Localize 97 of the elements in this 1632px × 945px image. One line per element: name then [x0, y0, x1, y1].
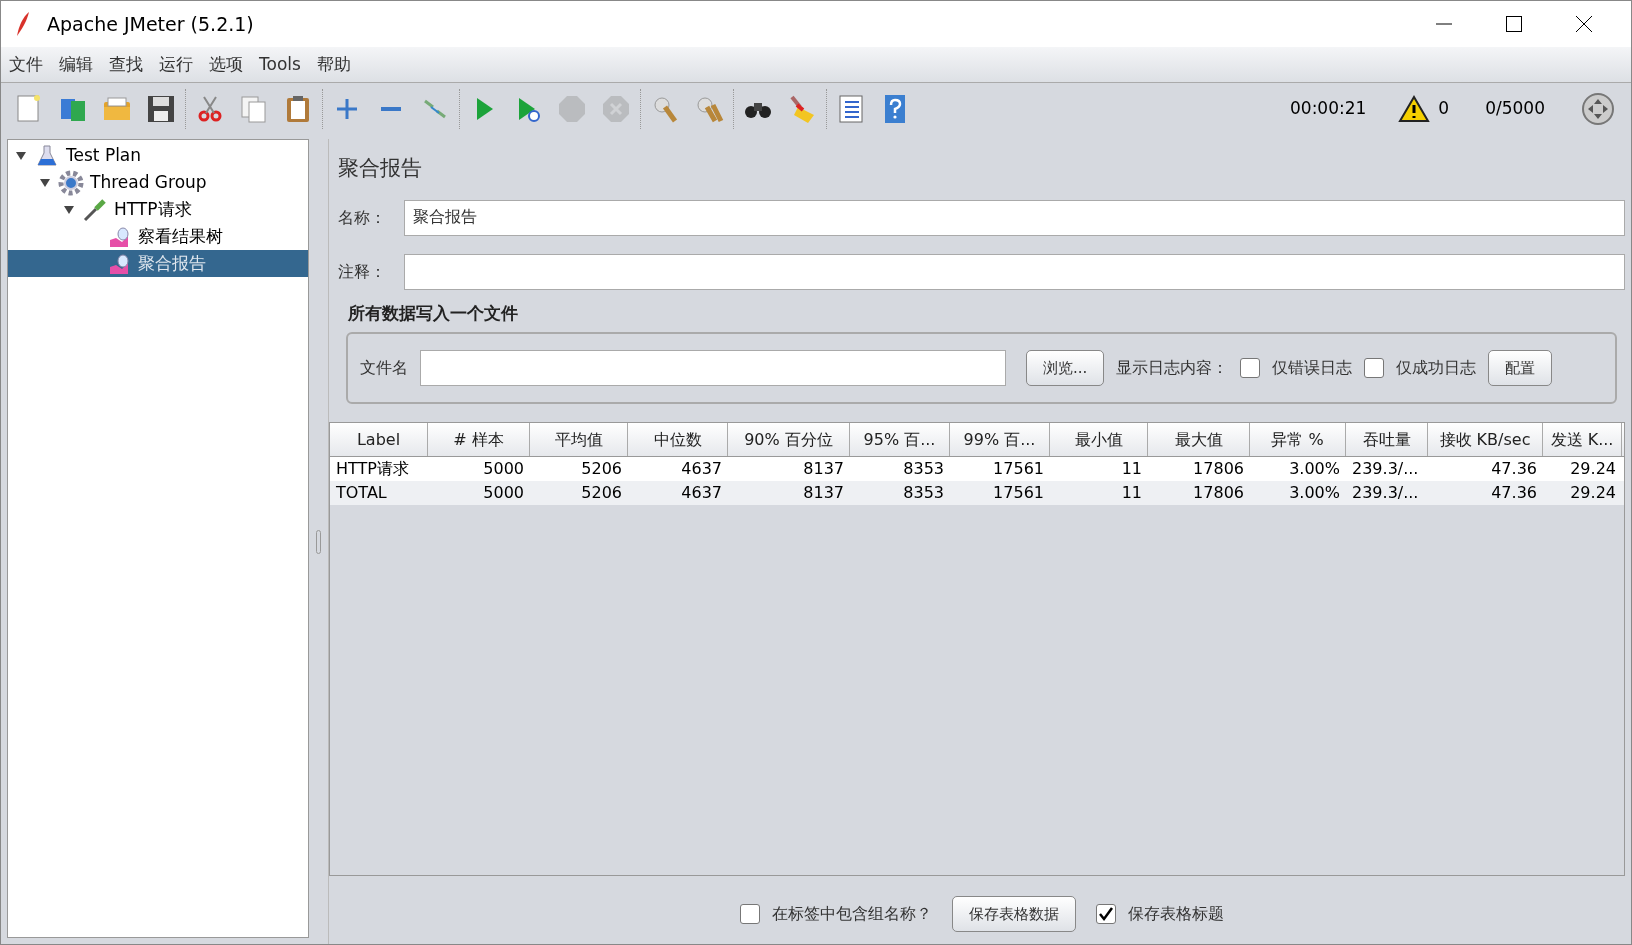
tree-item[interactable]: Thread Group — [8, 169, 308, 196]
table-cell-text: 5000 — [482, 458, 525, 480]
include-group-label: 在标签中包含组名称？ — [771, 903, 932, 925]
configure-button[interactable]: 配置 — [1488, 350, 1553, 386]
menu-item[interactable]: 运行 — [159, 51, 193, 78]
errors-only-label: 仅错误日志 — [1272, 357, 1353, 379]
window-title: Apache JMeter (5.2.1) — [47, 11, 254, 37]
table-cell-text: 47.36 — [1490, 458, 1538, 480]
chart-icon — [108, 225, 130, 248]
tree-item-label: 察看结果树 — [138, 224, 223, 248]
warning-icon[interactable] — [1398, 95, 1431, 123]
file-name-field[interactable] — [420, 350, 1006, 386]
errors-only-checkbox[interactable] — [1240, 358, 1261, 378]
table-cell-text: 47.36 — [1490, 482, 1538, 504]
chart-icon — [108, 252, 130, 275]
pipette-icon — [82, 196, 108, 223]
include-group-checkbox[interactable] — [739, 904, 760, 924]
gear-icon — [58, 169, 84, 196]
menu-item[interactable]: 选项 — [209, 51, 243, 78]
success-only-label: 仅成功日志 — [1396, 357, 1477, 379]
table-cell-text: 17561 — [992, 458, 1045, 480]
tree-item[interactable]: 聚合报告 — [8, 250, 308, 277]
menu-item[interactable]: 文件 — [9, 51, 43, 78]
table-cell-text: 8353 — [902, 458, 945, 480]
table-cell-text: 17806 — [1192, 458, 1245, 480]
column-header[interactable]: 99% 百... — [950, 423, 1050, 456]
section-title: 所有数据写入一个文件 — [348, 301, 519, 325]
save-icon — [145, 93, 177, 125]
table-cell-text: TOTAL — [335, 482, 388, 504]
column-header[interactable]: Label — [330, 423, 428, 456]
name-label: 名称： — [338, 206, 387, 229]
tree-item-label: Test Plan — [66, 143, 142, 167]
log-display-label: 显示日志内容： — [1116, 357, 1229, 379]
column-header[interactable]: 发送 K... — [1543, 423, 1622, 456]
column-header[interactable]: 最大值 — [1148, 423, 1250, 456]
table-cell-text: 8353 — [902, 482, 945, 504]
expand-icon — [337, 99, 357, 119]
menu-item[interactable]: 帮助 — [316, 51, 351, 78]
table-cell-text: 17806 — [1192, 482, 1245, 504]
collapse-icon — [381, 107, 401, 111]
minimize-icon — [1436, 23, 1452, 25]
checkmark-icon — [1097, 906, 1114, 922]
elapsed-time: 00:00:21 — [1290, 97, 1367, 121]
column-header[interactable]: 异常 % — [1250, 423, 1346, 456]
warning-count: 0 — [1438, 97, 1450, 121]
stop-icon — [556, 93, 588, 125]
table-cell-text: 29.24 — [1569, 482, 1617, 504]
column-header[interactable]: 平均值 — [530, 423, 628, 456]
menu-item[interactable]: 查找 — [109, 51, 143, 78]
save-data-button[interactable]: 保存表格数据 — [951, 896, 1076, 932]
menu-item[interactable]: Tools — [259, 51, 301, 78]
expanded-arrow-icon[interactable] — [16, 150, 26, 161]
table-cell-text: 4637 — [680, 458, 723, 480]
table-cell-text: 3.00% — [1288, 482, 1341, 504]
menu-item[interactable]: 编辑 — [59, 51, 93, 78]
expanded-arrow-icon[interactable] — [64, 204, 74, 215]
name-field[interactable]: 聚合报告 — [404, 199, 1625, 236]
thread-count: 0/5000 — [1485, 97, 1545, 121]
file-name-label: 文件名 — [360, 357, 408, 379]
comment-field[interactable] — [404, 253, 1625, 290]
column-header[interactable]: 接收 KB/sec — [1428, 423, 1543, 456]
column-header[interactable]: 中位数 — [628, 423, 728, 456]
maximize-icon — [1506, 16, 1522, 32]
tree-item-label: 聚合报告 — [138, 251, 206, 275]
table-cell-text: 5206 — [580, 458, 623, 480]
table-cell-text: 5000 — [482, 482, 525, 504]
table-cell-text: 29.24 — [1569, 458, 1617, 480]
table-cell-text: 239.3/... — [1351, 458, 1420, 480]
table-cell-text: 11 — [1120, 482, 1143, 504]
column-header[interactable]: 吞吐量 — [1346, 423, 1428, 456]
panel-title: 聚合报告 — [338, 155, 423, 182]
table-cell-text: 17561 — [992, 482, 1045, 504]
table-cell-text: 239.3/... — [1351, 482, 1420, 504]
table-cell-text: 4637 — [680, 482, 723, 504]
column-header[interactable]: 90% 百分位 — [728, 423, 850, 456]
tree-item[interactable]: 察看结果树 — [8, 223, 308, 250]
column-header[interactable]: 95% 百... — [850, 423, 950, 456]
table-cell-text: 3.00% — [1288, 458, 1341, 480]
close-icon — [1576, 16, 1592, 32]
save-header-checkbox[interactable] — [1095, 904, 1116, 924]
table-cell-text: 8137 — [802, 482, 845, 504]
column-header[interactable]: 最小值 — [1050, 423, 1148, 456]
tree-item-label: HTTP请求 — [114, 197, 192, 221]
tree-item[interactable]: Test Plan — [8, 142, 308, 169]
browse-button[interactable]: 浏览... — [1026, 350, 1105, 386]
tree-item-label: Thread Group — [90, 170, 207, 194]
tree-item[interactable]: HTTP请求 — [8, 196, 308, 223]
success-only-checkbox[interactable] — [1364, 358, 1385, 378]
table-cell-text: 11 — [1120, 458, 1143, 480]
save-header-label: 保存表格标题 — [1127, 903, 1224, 925]
column-header[interactable]: # 样本 — [428, 423, 530, 456]
table-cell-text: 8137 — [802, 458, 845, 480]
comment-label: 注释： — [338, 260, 387, 283]
table-cell-text: HTTP请求 — [335, 458, 410, 480]
flask-icon — [37, 144, 57, 167]
expanded-arrow-icon[interactable] — [40, 177, 50, 188]
table-cell-text: 5206 — [580, 482, 623, 504]
